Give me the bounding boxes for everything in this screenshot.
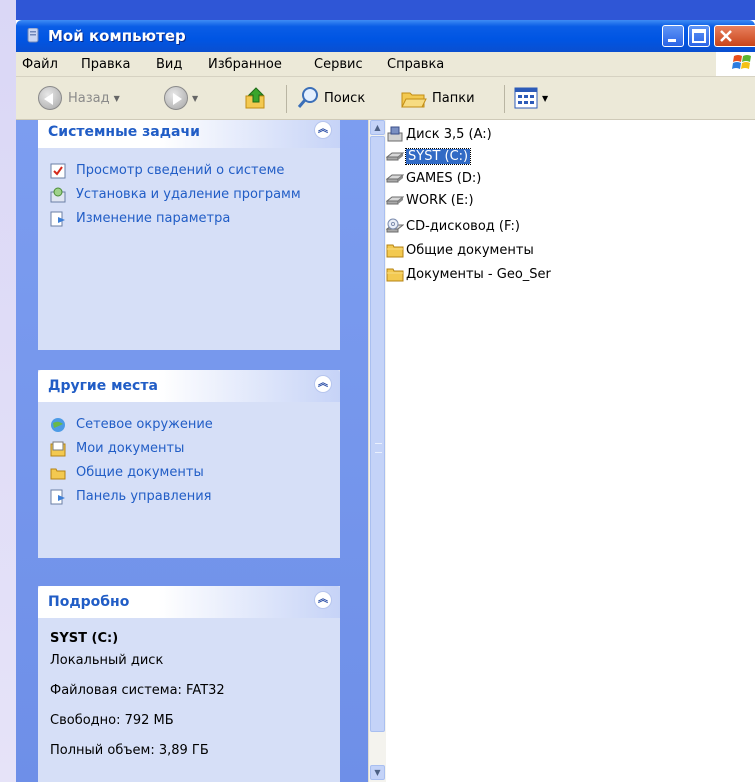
list-item[interactable]: WORK (E:) xyxy=(386,190,474,210)
back-button[interactable]: Назад ▼ xyxy=(38,85,120,111)
computer-icon xyxy=(27,28,39,43)
maximize-icon xyxy=(692,29,706,43)
collapse-icon[interactable]: ︽ xyxy=(314,121,332,139)
forward-arrow-icon xyxy=(164,86,188,110)
collapse-icon[interactable]: ︽ xyxy=(314,591,332,609)
place-label: Панель управления xyxy=(76,489,212,504)
toolbar-separator xyxy=(286,85,287,113)
close-icon xyxy=(720,30,732,42)
floppy-drive-icon xyxy=(387,126,403,142)
add-remove-programs-icon xyxy=(50,187,66,203)
task-change-setting[interactable]: Изменение параметра xyxy=(50,210,330,228)
place-label: Мои документы xyxy=(76,441,185,456)
search-button[interactable]: Поиск xyxy=(296,85,365,111)
task-label: Изменение параметра xyxy=(76,211,231,226)
search-icon xyxy=(297,87,318,108)
back-label: Назад xyxy=(68,90,110,106)
other-places-panel: Другие места ︽ Сетевое окружение Мои док… xyxy=(38,370,340,558)
hard-drive-icon xyxy=(386,196,404,205)
panel-header[interactable]: Другие места ︽ xyxy=(38,370,340,402)
minimize-button[interactable] xyxy=(662,25,684,47)
task-label: Установка и удаление программ xyxy=(76,187,301,202)
toolbar-separator xyxy=(504,85,505,113)
folder-icon xyxy=(386,268,404,282)
chevron-down-icon: ▼ xyxy=(542,93,549,103)
window-title: Мой компьютер xyxy=(48,27,186,45)
network-icon xyxy=(51,418,65,432)
system-info-icon xyxy=(50,163,66,179)
views-button[interactable]: ▼ xyxy=(514,85,548,111)
chevron-down-icon: ▼ xyxy=(192,93,199,103)
title-bar[interactable]: Мой компьютер xyxy=(16,20,755,52)
up-button[interactable] xyxy=(244,85,268,111)
menu-tools[interactable]: Сервис xyxy=(314,57,363,72)
file-list: Диск 3,5 (A:) SYST (C:) GAMES (D:) WORK … xyxy=(386,120,755,782)
close-button[interactable] xyxy=(714,25,755,47)
details-total-size: Полный объем: 3,89 ГБ xyxy=(50,743,209,758)
details-name: SYST (C:) xyxy=(50,631,119,646)
folder-icon xyxy=(386,244,404,258)
scroll-thumb[interactable] xyxy=(370,136,385,732)
details-filesystem: Файловая система: FAT32 xyxy=(50,683,225,698)
menu-bar: Файл Правка Вид Избранное Сервис Справка xyxy=(16,52,755,77)
panel-title: Системные задачи xyxy=(48,124,200,140)
list-item[interactable]: Документы - Geo_Ser xyxy=(386,264,551,284)
list-item[interactable]: CD-дисковод (F:) xyxy=(386,216,520,236)
menu-favorites[interactable]: Избранное xyxy=(208,57,282,72)
panel-title: Подробно xyxy=(48,594,130,610)
minimize-icon xyxy=(668,39,676,42)
place-control-panel[interactable]: Панель управления xyxy=(50,488,330,506)
control-panel-icon xyxy=(50,489,65,505)
change-setting-icon xyxy=(50,211,65,227)
place-network[interactable]: Сетевое окружение xyxy=(50,416,330,434)
back-arrow-icon xyxy=(38,86,62,110)
desktop-background xyxy=(0,0,16,782)
details-free-space: Свободно: 792 МБ xyxy=(50,713,174,728)
task-label: Просмотр сведений о системе xyxy=(76,163,285,178)
folders-label: Папки xyxy=(432,90,475,106)
forward-button[interactable]: ▼ xyxy=(164,85,198,111)
hard-drive-icon xyxy=(386,152,404,161)
details-type: Локальный диск xyxy=(50,653,164,668)
maximize-button[interactable] xyxy=(688,25,710,47)
panel-title: Другие места xyxy=(48,378,158,394)
scroll-down-icon[interactable]: ▼ xyxy=(370,765,385,780)
chevron-down-icon: ▼ xyxy=(113,93,120,103)
views-icon xyxy=(514,87,538,109)
task-pane: Системные задачи ︽ Просмотр сведений о с… xyxy=(16,120,368,782)
explorer-window: Мой компьютер Файл Правка Вид Избранное … xyxy=(16,20,755,782)
list-item[interactable]: Общие документы xyxy=(386,240,534,260)
task-system-info[interactable]: Просмотр сведений о системе xyxy=(50,162,330,180)
place-my-documents[interactable]: Мои документы xyxy=(50,440,330,458)
menu-help[interactable]: Справка xyxy=(387,57,444,72)
details-panel: Подробно ︽ SYST (C:) Локальный диск Файл… xyxy=(38,586,340,782)
toolbar: Назад ▼ ▼ Поиск Папки ▼ xyxy=(16,77,755,120)
list-item-selected[interactable]: SYST (C:) xyxy=(386,146,472,166)
place-label: Сетевое окружение xyxy=(76,417,213,432)
panel-header[interactable]: Подробно ︽ xyxy=(38,586,340,618)
list-item[interactable]: GAMES (D:) xyxy=(386,168,481,188)
hard-drive-icon xyxy=(386,174,404,183)
system-tasks-panel: Системные задачи ︽ Просмотр сведений о с… xyxy=(38,120,340,350)
panel-header[interactable]: Системные задачи ︽ xyxy=(38,120,340,148)
scroll-up-icon[interactable]: ▲ xyxy=(370,120,385,135)
menu-view[interactable]: Вид xyxy=(156,57,182,72)
task-add-remove[interactable]: Установка и удаление программ xyxy=(50,186,330,204)
search-label: Поиск xyxy=(324,90,366,106)
vertical-scrollbar[interactable]: ▲ ▼ xyxy=(368,120,386,782)
place-shared-documents[interactable]: Общие документы xyxy=(50,464,330,482)
windows-logo xyxy=(716,52,755,76)
my-documents-icon xyxy=(50,441,66,457)
collapse-icon[interactable]: ︽ xyxy=(314,375,332,393)
menu-file[interactable]: Файл xyxy=(22,57,58,72)
folders-button[interactable]: Папки xyxy=(400,85,475,111)
folder-up-icon xyxy=(245,87,265,109)
place-label: Общие документы xyxy=(76,465,204,480)
folders-icon xyxy=(401,92,427,108)
menu-edit[interactable]: Правка xyxy=(81,57,130,72)
cd-drive-icon xyxy=(386,218,404,233)
shared-documents-icon xyxy=(50,468,66,480)
list-item[interactable]: Диск 3,5 (A:) xyxy=(386,124,492,144)
windows-flag-icon xyxy=(732,55,751,69)
